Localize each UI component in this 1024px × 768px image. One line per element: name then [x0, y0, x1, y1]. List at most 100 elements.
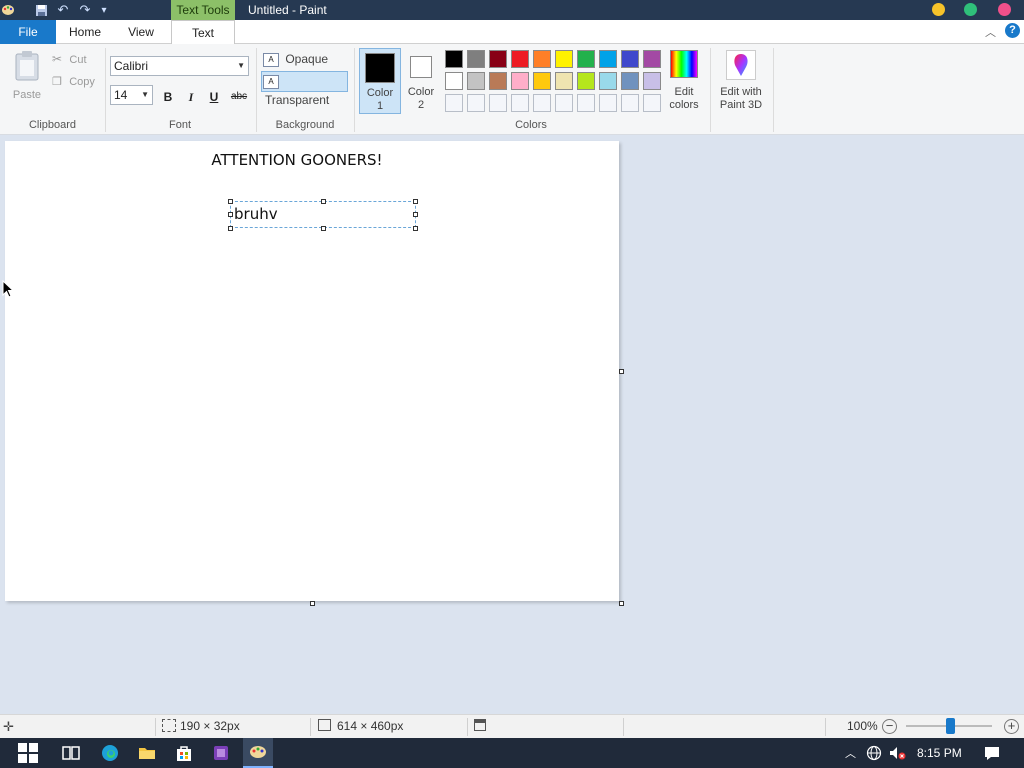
custom-color-slot[interactable] — [511, 94, 529, 112]
tab-view[interactable]: View — [119, 20, 163, 44]
separator — [467, 718, 468, 736]
tab-text[interactable]: Text — [171, 20, 235, 45]
paint-app-icon[interactable] — [0, 2, 16, 18]
font-family-select[interactable]: Calibri ▼ — [110, 56, 249, 76]
bold-button[interactable]: B — [159, 88, 177, 106]
ribbon-tabs: File Home View Text ︿ ? — [0, 20, 1024, 45]
italic-button[interactable]: I — [182, 88, 200, 106]
color-swatch[interactable] — [511, 72, 529, 90]
color-swatch[interactable] — [577, 50, 595, 68]
colors-group-label: Colors — [515, 119, 547, 131]
chevron-down-icon: ▼ — [237, 61, 245, 70]
edge-browser-icon[interactable] — [100, 743, 120, 763]
custom-color-slot[interactable] — [599, 94, 617, 112]
transparent-button[interactable]: A Transparent — [261, 71, 348, 107]
zoom-slider-thumb[interactable] — [946, 718, 955, 734]
copy-button[interactable]: ❐ Copy — [52, 74, 98, 90]
show-hidden-icons-icon[interactable]: ︿ — [845, 745, 856, 761]
customize-quick-access-icon[interactable]: ▾ — [96, 2, 112, 18]
text-box[interactable]: bruhv — [230, 201, 416, 228]
start-button[interactable] — [17, 742, 39, 764]
cut-button[interactable]: ✂ Cut — [52, 52, 98, 68]
color-swatch[interactable] — [533, 72, 551, 90]
custom-color-slot[interactable] — [489, 94, 507, 112]
color-swatch[interactable] — [643, 72, 661, 90]
font-group-label: Font — [168, 119, 191, 131]
undo-icon[interactable]: ↶ — [55, 2, 71, 18]
edit-with-paint3d-button[interactable]: Edit with Paint 3D — [714, 50, 768, 114]
text-box-content[interactable]: bruhv — [234, 205, 278, 223]
color-swatch[interactable] — [445, 72, 463, 90]
canvas-resize-handle-corner[interactable] — [619, 601, 624, 606]
clock-time[interactable]: 8:15 PM — [917, 746, 962, 760]
edit-colors-button[interactable]: Edit colors — [664, 50, 704, 114]
color-swatch[interactable] — [533, 50, 551, 68]
color-swatch[interactable] — [489, 72, 507, 90]
chevron-down-icon: ▼ — [141, 90, 149, 99]
color-swatch[interactable] — [445, 50, 463, 68]
color-swatch[interactable] — [621, 72, 639, 90]
color-swatch[interactable] — [511, 50, 529, 68]
maximize-button[interactable] — [964, 3, 977, 16]
save-icon[interactable] — [33, 2, 49, 18]
microsoft-store-icon[interactable] — [174, 743, 194, 763]
color-swatch[interactable] — [621, 50, 639, 68]
custom-color-slot[interactable] — [621, 94, 639, 112]
opaque-button[interactable]: A Opaque — [261, 50, 347, 68]
color-swatch[interactable] — [555, 50, 573, 68]
mouse-cursor-icon — [2, 279, 15, 301]
resize-handle[interactable] — [228, 199, 233, 204]
color-swatch[interactable] — [467, 50, 485, 68]
color-swatch[interactable] — [467, 72, 485, 90]
minimize-button[interactable] — [932, 3, 945, 16]
resize-handle[interactable] — [228, 212, 233, 217]
tab-home[interactable]: Home — [62, 20, 108, 44]
task-view-icon[interactable] — [61, 743, 81, 763]
drawing-canvas[interactable]: ATTENTION GOONERS! bruhv — [5, 141, 619, 601]
custom-color-slot[interactable] — [577, 94, 595, 112]
custom-color-slot[interactable] — [555, 94, 573, 112]
zoom-in-button[interactable]: + — [1004, 719, 1019, 734]
paste-button[interactable]: Paste — [10, 50, 44, 106]
network-icon[interactable] — [864, 743, 884, 763]
resize-handle[interactable] — [321, 199, 326, 204]
tab-file[interactable]: File — [0, 20, 56, 44]
help-icon[interactable]: ? — [1005, 23, 1020, 38]
cut-label: Cut — [69, 54, 87, 66]
color-swatch[interactable] — [599, 50, 617, 68]
custom-color-slot[interactable] — [467, 94, 485, 112]
custom-color-slot[interactable] — [445, 94, 463, 112]
ribbon: Paste ✂ Cut ❐ Copy Clipboard Calibri ▼ 1… — [0, 44, 1024, 135]
onenote-icon[interactable] — [211, 743, 231, 763]
resize-handle[interactable] — [413, 226, 418, 231]
collapse-ribbon-icon[interactable]: ︿ — [985, 24, 996, 40]
color2-button[interactable]: Color 2 — [404, 48, 438, 114]
canvas-resize-handle-right[interactable] — [619, 369, 624, 374]
redo-icon[interactable]: ↷ — [77, 2, 93, 18]
resize-handle[interactable] — [413, 199, 418, 204]
resize-handle[interactable] — [228, 226, 233, 231]
action-center-icon[interactable] — [982, 743, 1002, 763]
strikethrough-button[interactable]: abc — [228, 88, 250, 106]
volume-muted-icon[interactable] — [887, 743, 907, 763]
resize-handle[interactable] — [321, 226, 326, 231]
color-swatch[interactable] — [599, 72, 617, 90]
opaque-icon: A — [263, 52, 279, 67]
canvas-size-text: 614 × 460px — [337, 719, 404, 733]
close-button[interactable] — [998, 3, 1011, 16]
color-swatch[interactable] — [577, 72, 595, 90]
color1-button[interactable]: Color 1 — [359, 48, 401, 114]
paint-taskbar-icon[interactable] — [243, 738, 273, 768]
font-size-select[interactable]: 14 ▼ — [110, 85, 153, 105]
font-family-value: Calibri — [114, 59, 149, 73]
file-explorer-icon[interactable] — [137, 743, 157, 763]
color-swatch[interactable] — [489, 50, 507, 68]
underline-button[interactable]: U — [205, 88, 223, 106]
custom-color-slot[interactable] — [533, 94, 551, 112]
color-swatch[interactable] — [643, 50, 661, 68]
custom-color-slot[interactable] — [643, 94, 661, 112]
resize-handle[interactable] — [413, 212, 418, 217]
zoom-out-button[interactable]: − — [882, 719, 897, 734]
color-swatch[interactable] — [555, 72, 573, 90]
canvas-resize-handle-bottom[interactable] — [310, 601, 315, 606]
